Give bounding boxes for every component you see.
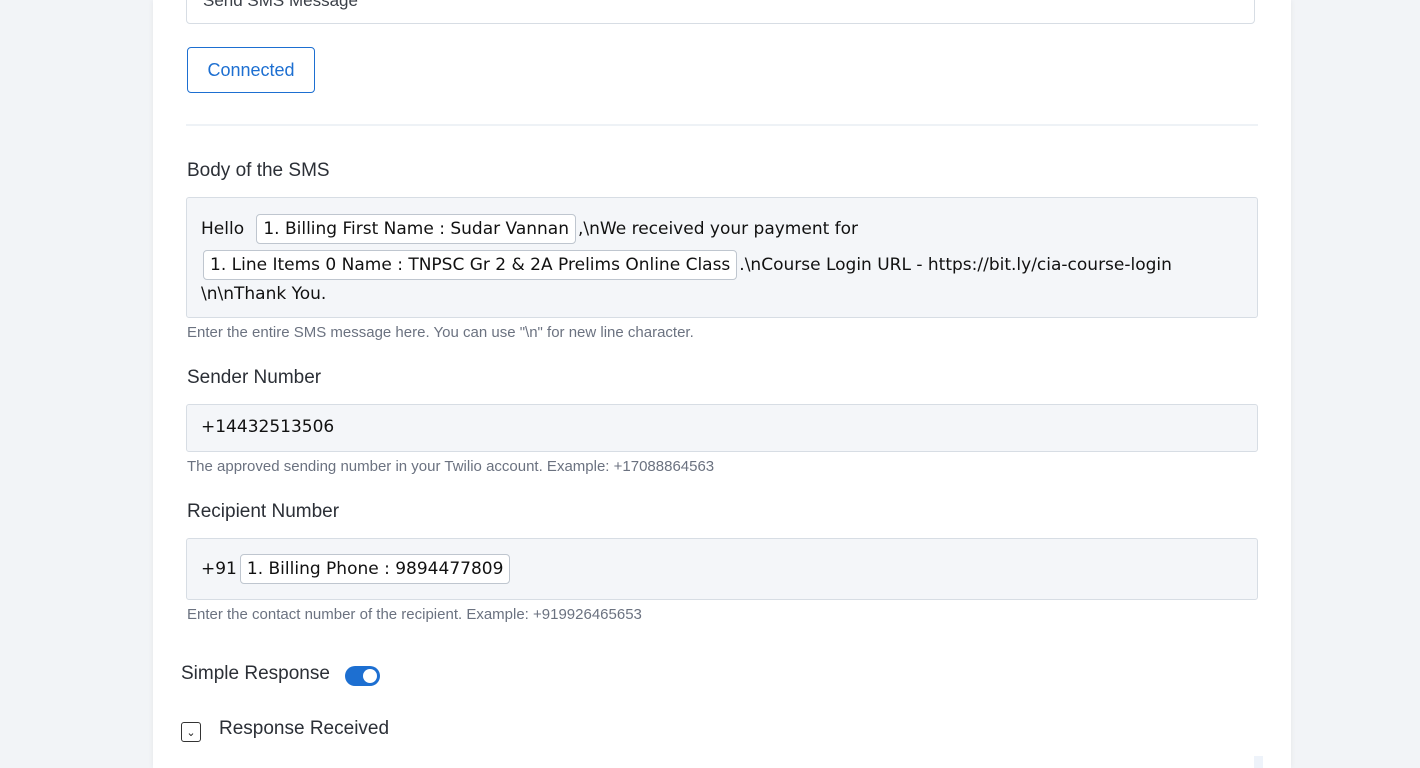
sender-help-text: The approved sending number in your Twil… (187, 458, 715, 475)
recipient-label: Recipient Number (187, 501, 340, 522)
divider (186, 124, 1258, 126)
simple-response-label: Simple Response (181, 663, 330, 684)
body-text-after-name: ,\nWe received your payment for (578, 219, 859, 239)
simple-response-toggle[interactable] (345, 666, 380, 686)
sender-number-value: +14432513506 (201, 417, 335, 437)
token-line-item-name[interactable]: 1. Line Items 0 Name : TNPSC Gr 2 & 2A P… (203, 250, 738, 280)
response-received-label: Response Received (219, 718, 390, 739)
chevron-down-icon: ▼ (1228, 0, 1240, 1)
body-help-text: Enter the entire SMS message here. You c… (187, 324, 694, 341)
body-text-thanks: \n\nThank You. (201, 284, 327, 304)
scroll-edge (1254, 756, 1263, 768)
action-select[interactable]: Send SMS Message ▼ (186, 0, 1255, 24)
recipient-prefix: +91 (201, 559, 237, 579)
action-select-value: Send SMS Message (203, 0, 358, 10)
sms-body-field[interactable]: Hello 1. Billing First Name : Sudar Vann… (186, 197, 1258, 318)
connected-button[interactable]: Connected (187, 47, 315, 93)
toggle-knob (363, 669, 377, 683)
form-card: Send SMS Message ▼ Connected Body of the… (153, 0, 1291, 768)
recipient-help-text: Enter the contact number of the recipien… (187, 606, 642, 623)
token-billing-phone[interactable]: 1. Billing Phone : 9894477809 (239, 554, 511, 584)
recipient-number-field[interactable]: +91 1. Billing Phone : 9894477809 (186, 538, 1258, 600)
body-text-hello: Hello (201, 219, 245, 239)
body-text-after-item: .\nCourse Login URL - https://bit.ly/cia… (739, 255, 1172, 275)
chevron-down-icon: ⌄ (186, 726, 196, 739)
sender-number-field[interactable]: +14432513506 (186, 404, 1258, 452)
body-label: Body of the SMS (187, 160, 330, 181)
sender-label: Sender Number (187, 367, 322, 388)
token-billing-first-name[interactable]: 1. Billing First Name : Sudar Vannan (256, 214, 576, 244)
expand-response-button[interactable]: ⌄ (181, 722, 201, 742)
